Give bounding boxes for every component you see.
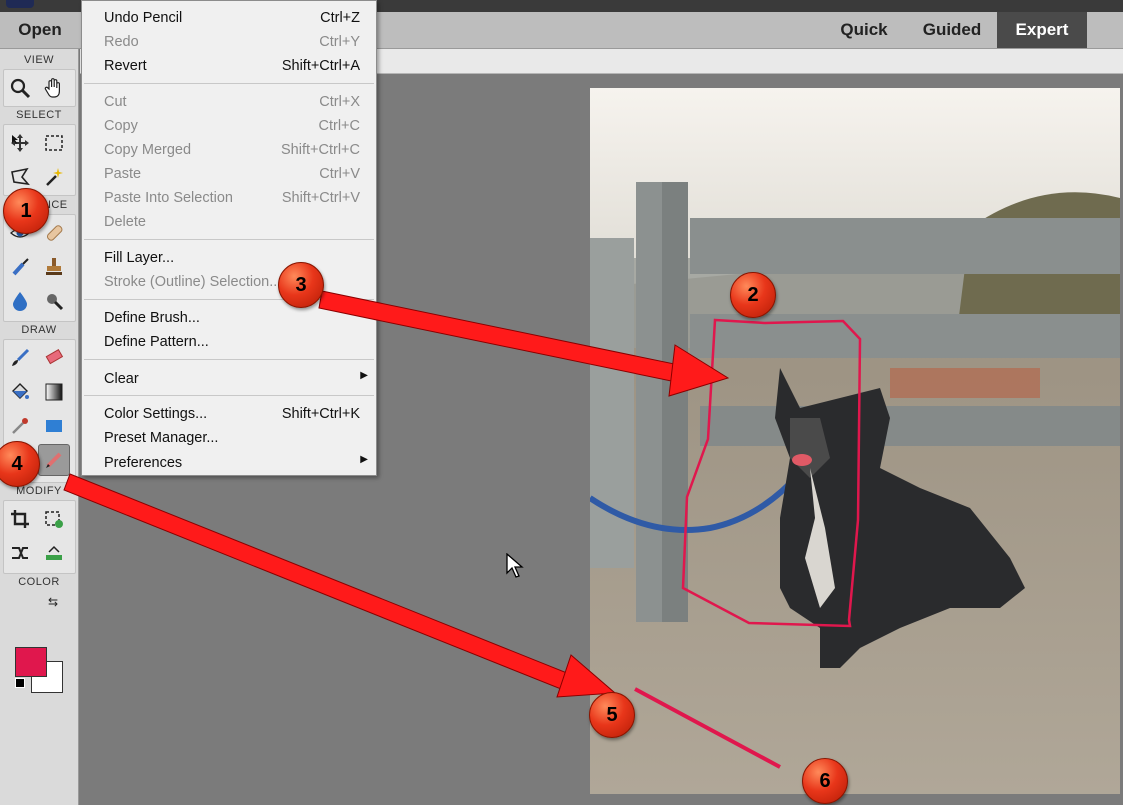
mouse-cursor-icon [506,553,524,578]
annotation-badge-6: 6 [802,758,848,804]
annotation-badge-2: 2 [730,272,776,318]
annotation-badge-1: 1 [3,188,49,234]
annotation-badge-3: 3 [278,262,324,308]
annotation-arrows [63,290,730,698]
annotation-badge-5: 5 [589,692,635,738]
